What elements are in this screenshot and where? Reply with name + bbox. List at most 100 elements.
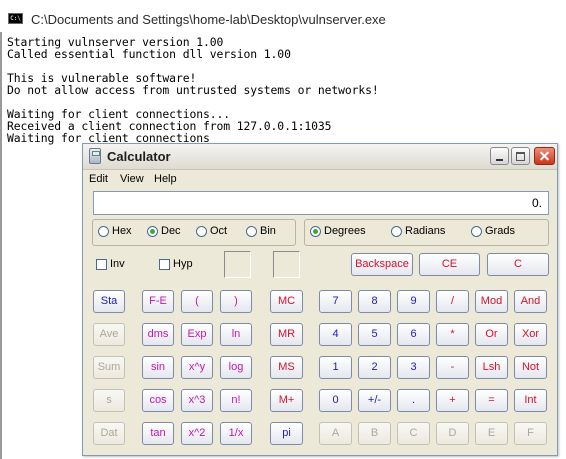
- calculator-window: Calculator Edit View Help 0. Hex Dec Oct…: [82, 143, 558, 456]
- menu-view[interactable]: View: [120, 173, 144, 185]
- divide-button[interactable]: /: [436, 290, 469, 313]
- digit-0-button[interactable]: 0: [319, 389, 352, 412]
- exp-button[interactable]: Exp: [181, 323, 213, 346]
- fe-button[interactable]: F-E: [142, 290, 174, 313]
- maximize-button[interactable]: [511, 147, 530, 165]
- mc-button[interactable]: MC: [270, 290, 303, 313]
- tan-button[interactable]: tan: [142, 422, 174, 445]
- radio-label: Dec: [161, 225, 181, 237]
- digit-6-button[interactable]: 6: [397, 323, 430, 346]
- radio-indicator: [391, 225, 402, 237]
- hex-c-button[interactable]: C: [397, 422, 430, 445]
- menu-edit[interactable]: Edit: [89, 173, 108, 185]
- menu-bar: Edit View Help: [83, 170, 557, 188]
- calculator-display: 0.: [93, 191, 549, 215]
- number-base-group: Hex Dec Oct Bin: [92, 219, 296, 246]
- checkbox-label: Hyp: [173, 258, 193, 270]
- pi-button[interactable]: pi: [270, 422, 303, 445]
- xor-button[interactable]: Xor: [514, 323, 547, 346]
- open-paren-button[interactable]: (: [181, 290, 213, 313]
- radio-label: Radians: [405, 225, 446, 237]
- clear-button[interactable]: C: [487, 253, 549, 276]
- close-button[interactable]: [534, 147, 555, 165]
- log-button[interactable]: log: [220, 356, 252, 379]
- digit-4-button[interactable]: 4: [319, 323, 352, 346]
- backspace-button[interactable]: Backspace: [351, 253, 413, 276]
- radio-label: Oct: [210, 225, 228, 237]
- clear-entry-button[interactable]: CE: [419, 253, 480, 276]
- digit-9-button[interactable]: 9: [397, 290, 430, 313]
- digit-1-button[interactable]: 1: [319, 356, 352, 379]
- memory-indicator: [224, 251, 251, 278]
- int-button[interactable]: Int: [514, 389, 547, 412]
- cube-button[interactable]: x^3: [181, 389, 213, 412]
- cos-button[interactable]: cos: [142, 389, 174, 412]
- mr-button[interactable]: MR: [270, 323, 303, 346]
- square-button[interactable]: x^2: [181, 422, 213, 445]
- radio-indicator: [98, 225, 109, 237]
- hex-a-button[interactable]: A: [319, 422, 352, 445]
- or-button[interactable]: Or: [475, 323, 508, 346]
- parenthesis-indicator: [273, 251, 300, 278]
- ave-button[interactable]: Ave: [93, 323, 125, 346]
- checkbox-box: [159, 258, 170, 270]
- radio-oct[interactable]: Oct: [196, 225, 227, 237]
- radio-grads[interactable]: Grads: [471, 225, 515, 237]
- menu-help[interactable]: Help: [154, 173, 177, 185]
- console-titlebar[interactable]: C:\ C:\Documents and Settings\home-lab\D…: [0, 0, 566, 33]
- and-button[interactable]: And: [514, 290, 547, 313]
- lsh-button[interactable]: Lsh: [475, 356, 508, 379]
- inv-checkbox[interactable]: Inv: [96, 258, 125, 270]
- sign-toggle-button[interactable]: +/-: [358, 389, 391, 412]
- digit-3-button[interactable]: 3: [397, 356, 430, 379]
- dat-button[interactable]: Dat: [93, 422, 125, 445]
- decimal-button[interactable]: .: [397, 389, 430, 412]
- console-line: Do not allow access from untrusted syste…: [7, 83, 379, 97]
- console-window-title: C:\Documents and Settings\home-lab\Deskt…: [31, 12, 386, 27]
- radio-bin[interactable]: Bin: [246, 225, 276, 237]
- calculator-title: Calculator: [107, 149, 171, 164]
- radio-label: Grads: [485, 225, 515, 237]
- hyp-checkbox[interactable]: Hyp: [159, 258, 193, 270]
- hex-e-button[interactable]: E: [475, 422, 508, 445]
- radio-hex[interactable]: Hex: [98, 225, 132, 237]
- radio-label: Bin: [260, 225, 276, 237]
- radio-indicator: [471, 225, 482, 237]
- minimize-button[interactable]: [490, 147, 509, 165]
- ln-button[interactable]: ln: [220, 323, 252, 346]
- hex-d-button[interactable]: D: [436, 422, 469, 445]
- add-button[interactable]: +: [436, 389, 469, 412]
- dms-button[interactable]: dms: [142, 323, 174, 346]
- m-plus-button[interactable]: M+: [270, 389, 303, 412]
- radio-degrees[interactable]: Degrees: [310, 225, 366, 237]
- sin-button[interactable]: sin: [142, 356, 174, 379]
- digit-2-button[interactable]: 2: [358, 356, 391, 379]
- calculator-titlebar[interactable]: Calculator: [83, 144, 557, 170]
- digit-7-button[interactable]: 7: [319, 290, 352, 313]
- console-line: Called essential function dll version 1.…: [7, 47, 291, 61]
- calculator-icon: [89, 148, 101, 164]
- digit-8-button[interactable]: 8: [358, 290, 391, 313]
- hex-b-button[interactable]: B: [358, 422, 391, 445]
- digit-5-button[interactable]: 5: [358, 323, 391, 346]
- mod-button[interactable]: Mod: [475, 290, 508, 313]
- console-icon: C:\: [8, 13, 23, 24]
- subtract-button[interactable]: -: [436, 356, 469, 379]
- radio-radians[interactable]: Radians: [391, 225, 445, 237]
- reciprocal-button[interactable]: 1/x: [220, 422, 252, 445]
- hex-f-button[interactable]: F: [514, 422, 547, 445]
- radio-indicator: [246, 225, 257, 237]
- radio-indicator: [310, 225, 321, 237]
- power-button[interactable]: x^y: [181, 356, 213, 379]
- radio-dec[interactable]: Dec: [147, 225, 181, 237]
- s-button[interactable]: s: [93, 389, 125, 412]
- sta-button[interactable]: Sta: [93, 290, 125, 313]
- factorial-button[interactable]: n!: [220, 389, 252, 412]
- close-paren-button[interactable]: ): [220, 290, 252, 313]
- ms-button[interactable]: MS: [270, 356, 303, 379]
- checkbox-box: [96, 258, 107, 270]
- equals-button[interactable]: =: [475, 389, 508, 412]
- multiply-button[interactable]: *: [436, 323, 469, 346]
- not-button[interactable]: Not: [514, 356, 547, 379]
- sum-button[interactable]: Sum: [93, 356, 125, 379]
